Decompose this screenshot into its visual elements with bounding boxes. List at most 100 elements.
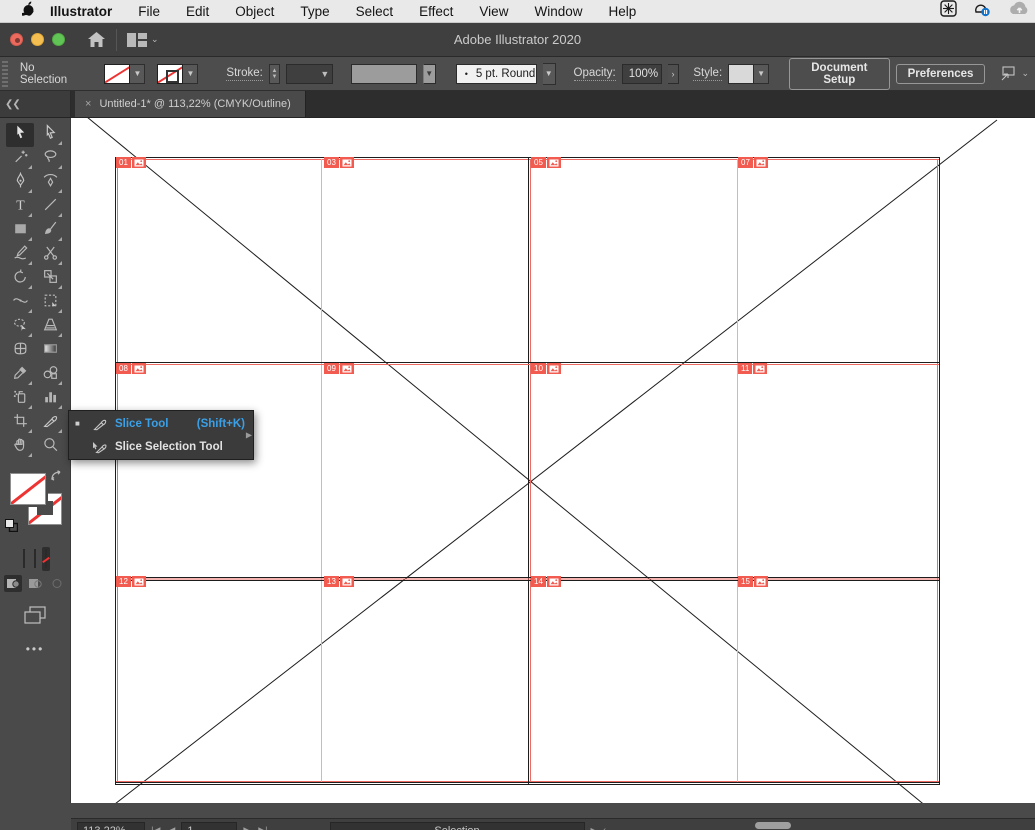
variable-width-profile-dropdown[interactable]	[351, 63, 417, 84]
direct-selection-tool[interactable]	[36, 123, 64, 147]
lasso-tool[interactable]	[36, 147, 64, 171]
slice-label-15[interactable]: 15	[738, 576, 768, 587]
menu-item-view[interactable]: View	[479, 4, 508, 19]
apple-menu-icon[interactable]	[19, 1, 36, 21]
slice-label-01[interactable]: 01	[116, 157, 146, 168]
brush-chevron-button[interactable]: ▼	[542, 62, 556, 85]
column-graph-tool[interactable]	[36, 387, 64, 411]
gradient-button[interactable]	[31, 547, 39, 571]
last-artboard-button[interactable]: ▶|	[258, 825, 267, 830]
style-label[interactable]: Style:	[693, 67, 723, 81]
menu-item-type[interactable]: Type	[300, 4, 329, 19]
edit-toolbar-button[interactable]: •••	[0, 642, 70, 656]
scissors-tool[interactable]	[36, 243, 64, 267]
plugins-icon[interactable]	[940, 0, 957, 22]
none-button[interactable]	[42, 547, 50, 571]
menu-item-edit[interactable]: Edit	[186, 4, 209, 19]
artboard-number-dropdown[interactable]: 1 ⌄	[181, 822, 238, 830]
home-button[interactable]	[87, 31, 106, 48]
stroke-none-swatch[interactable]	[157, 63, 184, 84]
slice-label-05[interactable]: 05	[531, 157, 561, 168]
hand-tool[interactable]	[6, 435, 34, 459]
fill-chevron-button[interactable]: ▼	[130, 63, 146, 84]
document-setup-button[interactable]: Document Setup	[789, 57, 890, 90]
symbol-sprayer-tool[interactable]	[6, 387, 34, 411]
control-bar-grip[interactable]	[2, 60, 8, 87]
type-tool[interactable]: T	[6, 195, 34, 219]
menu-item-file[interactable]: File	[138, 4, 160, 19]
arrange-documents-button[interactable]: ⌄	[127, 32, 159, 47]
tearoff-arrow-icon[interactable]: ▶	[246, 431, 252, 440]
stroke-chevron-button[interactable]: ▼	[183, 63, 199, 84]
fill-color-control[interactable]: ▼	[104, 63, 146, 84]
slice-label-13[interactable]: 13	[324, 576, 354, 587]
creative-cloud-sync-icon[interactable]	[971, 0, 993, 22]
menu-item-window[interactable]: Window	[534, 4, 582, 19]
magic-wand-tool[interactable]	[6, 147, 34, 171]
first-artboard-button[interactable]: |◀	[151, 825, 160, 830]
previous-artboard-button[interactable]: ◀	[168, 825, 175, 830]
document-canvas[interactable]: 01 03 05 07 08 09 10 11 12 13 14 15	[71, 118, 1035, 803]
menu-item-object[interactable]: Object	[235, 4, 274, 19]
slice-label-10[interactable]: 10	[531, 363, 561, 374]
flyout-item-slice-selection-tool[interactable]: Slice Selection Tool	[69, 435, 253, 458]
rectangle-tool[interactable]	[6, 219, 34, 243]
scale-tool[interactable]	[36, 267, 64, 291]
shape-builder-tool[interactable]	[6, 315, 34, 339]
horizontal-scrollbar-thumb[interactable]	[755, 822, 791, 829]
isolate-selection-control[interactable]: ⌄	[999, 66, 1029, 81]
opacity-arrow-button[interactable]: ›	[667, 63, 680, 84]
slice-label-03[interactable]: 03	[324, 157, 354, 168]
slice-tool[interactable]	[36, 411, 64, 435]
opacity-input[interactable]: 100%	[621, 63, 662, 84]
opacity-label[interactable]: Opacity:	[573, 67, 616, 81]
minimize-window-button[interactable]	[31, 33, 44, 46]
slice-label-07[interactable]: 07	[738, 157, 768, 168]
stroke-weight-dropdown[interactable]: ▼	[286, 63, 334, 84]
status-display[interactable]: Selection	[329, 822, 585, 830]
menu-item-illustrator[interactable]: Illustrator	[50, 4, 112, 19]
mesh-tool[interactable]	[6, 339, 34, 363]
paintbrush-tool[interactable]	[36, 219, 64, 243]
color-button[interactable]	[20, 547, 28, 571]
slice-label-08[interactable]: 08	[116, 363, 146, 374]
close-window-button[interactable]	[10, 33, 23, 46]
slice-label-11[interactable]: 11	[738, 363, 768, 374]
perspective-grid-tool[interactable]	[36, 315, 64, 339]
blend-tool[interactable]	[36, 363, 64, 387]
width-profile-chevron[interactable]: ▼	[422, 63, 436, 84]
scroll-left-arrow[interactable]: ‹	[603, 825, 606, 830]
artboard-tool[interactable]	[6, 411, 34, 435]
stroke-color-control[interactable]: ▼	[157, 63, 199, 84]
preferences-button[interactable]: Preferences	[895, 63, 986, 84]
free-transform-tool[interactable]	[36, 291, 64, 315]
stroke-weight-stepper[interactable]: ▲ ▼	[268, 63, 281, 84]
shaper-tool[interactable]	[6, 243, 34, 267]
fill-none-swatch[interactable]	[104, 63, 131, 84]
stroke-weight-label[interactable]: Stroke:	[226, 67, 263, 81]
zoom-level-dropdown[interactable]: 113,22% ⌄	[77, 822, 146, 830]
toolbar-collapse-control[interactable]: ❮❮	[0, 91, 71, 117]
selection-tool[interactable]	[6, 123, 34, 147]
line-segment-tool[interactable]	[36, 195, 64, 219]
style-swatch[interactable]	[728, 63, 755, 84]
document-tab[interactable]: × Untitled-1* @ 113,22% (CMYK/Outline)	[75, 91, 306, 117]
fill-swatch[interactable]	[8, 471, 48, 507]
zoom-window-button[interactable]	[52, 33, 65, 46]
zoom-tool[interactable]	[36, 435, 64, 459]
cloud-upload-icon[interactable]	[1007, 0, 1033, 22]
menu-item-effect[interactable]: Effect	[419, 4, 453, 19]
next-artboard-button[interactable]: ▶	[243, 825, 250, 830]
flyout-item-slice-tool[interactable]: ■ Slice Tool (Shift+K)	[69, 412, 253, 435]
draw-inside-mode-button[interactable]	[48, 575, 66, 592]
pen-tool[interactable]	[6, 171, 34, 195]
default-fill-stroke-icon[interactable]	[5, 519, 19, 537]
close-tab-icon[interactable]: ×	[85, 98, 91, 110]
draw-normal-mode-button[interactable]	[4, 575, 22, 592]
rotate-tool[interactable]	[6, 267, 34, 291]
swap-fill-stroke-icon[interactable]	[50, 469, 64, 487]
slice-label-14[interactable]: 14	[531, 576, 561, 587]
style-chevron-button[interactable]: ▼	[754, 63, 770, 84]
eyedropper-tool[interactable]	[6, 363, 34, 387]
menu-item-help[interactable]: Help	[608, 4, 636, 19]
